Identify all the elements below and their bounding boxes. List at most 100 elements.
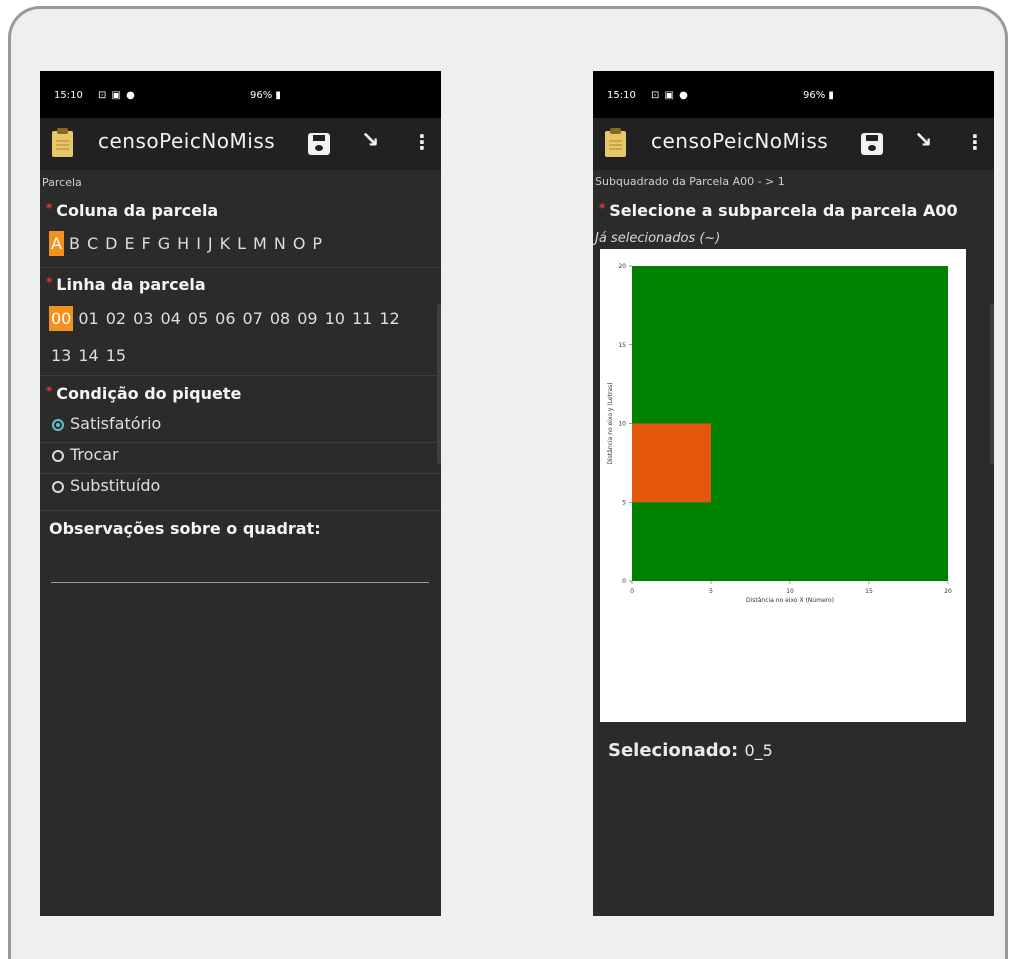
battery-indicator: 96% ▮ (803, 90, 834, 101)
divider (40, 473, 441, 474)
divider (40, 267, 441, 268)
option-09[interactable]: 09 (295, 306, 319, 331)
option-F[interactable]: F (140, 231, 153, 256)
arrow-down-right-icon[interactable]: ↘ (914, 128, 932, 153)
divider (40, 442, 441, 443)
row-options-line1: 00 01 02 03 04 05 06 07 08 09 10 11 12 (49, 306, 405, 331)
option-H[interactable]: H (175, 231, 191, 256)
more-vert-icon[interactable]: ⋮ (412, 130, 432, 154)
arrow-down-right-icon[interactable]: ↘ (361, 128, 379, 153)
condition-option[interactable]: Substituído (52, 476, 160, 495)
option-B[interactable]: B (67, 231, 82, 256)
clipboard-icon (52, 128, 73, 157)
option-J[interactable]: J (206, 231, 215, 256)
option-P[interactable]: P (310, 231, 324, 256)
option-08[interactable]: 08 (268, 306, 292, 331)
x-tick-label: 5 (709, 588, 713, 595)
option-M[interactable]: M (251, 231, 269, 256)
option-G[interactable]: G (156, 231, 172, 256)
app-title: censoPeicNoMiss (651, 129, 829, 153)
x-tick-label: 20 (944, 588, 952, 595)
notification-icons: ⊡ ▣ ● (98, 90, 136, 101)
app-title: censoPeicNoMiss (98, 129, 276, 153)
chart-svg[interactable]: 0 5 10 15 20 0 5 10 15 20 Distância no eixo X (Núm… (600, 249, 966, 722)
option-A[interactable]: A (49, 231, 64, 256)
column-label: * Coluna da parcela (46, 201, 218, 220)
chart-region-selected[interactable] (632, 423, 711, 503)
selected-value: 0_5 (744, 741, 773, 760)
option-D[interactable]: D (103, 231, 119, 256)
y-tick-label: 0 (622, 578, 626, 585)
option-13[interactable]: 13 (49, 343, 73, 368)
app-toolbar: censoPeicNoMiss ↘ ⋮ (593, 118, 994, 170)
more-vert-icon[interactable]: ⋮ (965, 130, 985, 154)
required-marker: * (46, 384, 53, 398)
subplot-chart[interactable]: 0 5 10 15 20 0 5 10 15 20 Distância no eixo X (Núm… (600, 249, 966, 722)
x-tick-label: 0 (630, 588, 634, 595)
divider (40, 510, 441, 511)
option-14[interactable]: 14 (76, 343, 100, 368)
app-toolbar: censoPeicNoMiss ↘ ⋮ (40, 118, 441, 170)
question-label: * Selecione a subparcela da parcela A00 (599, 201, 958, 220)
option-I[interactable]: I (194, 231, 203, 256)
option-04[interactable]: 04 (158, 306, 182, 331)
option-03[interactable]: 03 (131, 306, 155, 331)
option-01[interactable]: 01 (76, 306, 100, 331)
option-E[interactable]: E (122, 231, 136, 256)
scrollbar[interactable] (990, 304, 994, 464)
row-label: * Linha da parcela (46, 275, 206, 294)
option-10[interactable]: 10 (323, 306, 347, 331)
divider (40, 375, 441, 376)
save-icon[interactable] (861, 133, 883, 155)
status-time: 15:10 (607, 90, 636, 101)
hint-text: Já selecionados (~) (595, 231, 721, 246)
scrollbar[interactable] (437, 304, 441, 464)
status-bar: 15:10 ⊡ ▣ ● 96% ▮ (593, 71, 994, 118)
option-12[interactable]: 12 (377, 306, 401, 331)
option-02[interactable]: 02 (104, 306, 128, 331)
observations-input[interactable] (51, 582, 429, 583)
option-00[interactable]: 00 (49, 306, 74, 331)
radio-button[interactable] (52, 419, 64, 431)
x-tick-label: 10 (786, 588, 794, 595)
selected-output: Selecionado: 0_5 (608, 740, 773, 761)
status-bar: 15:10 ⊡ ▣ ● 96% ▮ (40, 71, 441, 118)
condition-label-text: Condição do piquete (56, 384, 242, 403)
option-15[interactable]: 15 (104, 343, 128, 368)
option-N[interactable]: N (272, 231, 288, 256)
section-title: Parcela (42, 176, 82, 189)
x-axis-label: Distância no eixo X (Número) (746, 597, 834, 604)
observations-label: Observações sobre o quadrat: (49, 519, 321, 538)
radio-button[interactable] (52, 450, 64, 462)
condition-option-label: Substituído (70, 476, 161, 495)
condition-option[interactable]: Satisfatório (52, 414, 161, 433)
x-tick-label: 15 (865, 588, 873, 595)
save-icon[interactable] (308, 133, 330, 155)
required-marker: * (46, 201, 53, 215)
condition-label: * Condição do piquete (46, 384, 241, 403)
clipboard-icon (605, 128, 626, 157)
phone-screen-right: 15:10 ⊡ ▣ ● 96% ▮ censoPeicNoMiss ↘ ⋮ Su… (593, 71, 994, 916)
y-tick-label: 20 (618, 263, 626, 270)
condition-option-label: Trocar (70, 445, 119, 464)
option-07[interactable]: 07 (241, 306, 265, 331)
option-11[interactable]: 11 (350, 306, 374, 331)
y-tick-label: 15 (618, 342, 626, 349)
y-axis-label: Distância no eixo y (Letras) (607, 382, 614, 464)
option-L[interactable]: L (235, 231, 248, 256)
row-label-text: Linha da parcela (56, 275, 206, 294)
option-C[interactable]: C (85, 231, 100, 256)
section-title: Subquadrado da Parcela A00 - > 1 (595, 175, 785, 188)
option-K[interactable]: K (218, 231, 233, 256)
option-06[interactable]: 06 (213, 306, 237, 331)
option-O[interactable]: O (291, 231, 308, 256)
phone-screen-left: 15:10 ⊡ ▣ ● 96% ▮ censoPeicNoMiss ↘ ⋮ Pa… (40, 71, 441, 916)
option-05[interactable]: 05 (186, 306, 210, 331)
required-marker: * (46, 275, 53, 289)
radio-button[interactable] (52, 481, 64, 493)
y-tick-label: 5 (622, 499, 626, 506)
condition-option[interactable]: Trocar (52, 445, 119, 464)
selected-label: Selecionado: (608, 740, 739, 761)
row-options-line2: 13 14 15 (49, 343, 131, 368)
column-label-text: Coluna da parcela (56, 201, 219, 220)
